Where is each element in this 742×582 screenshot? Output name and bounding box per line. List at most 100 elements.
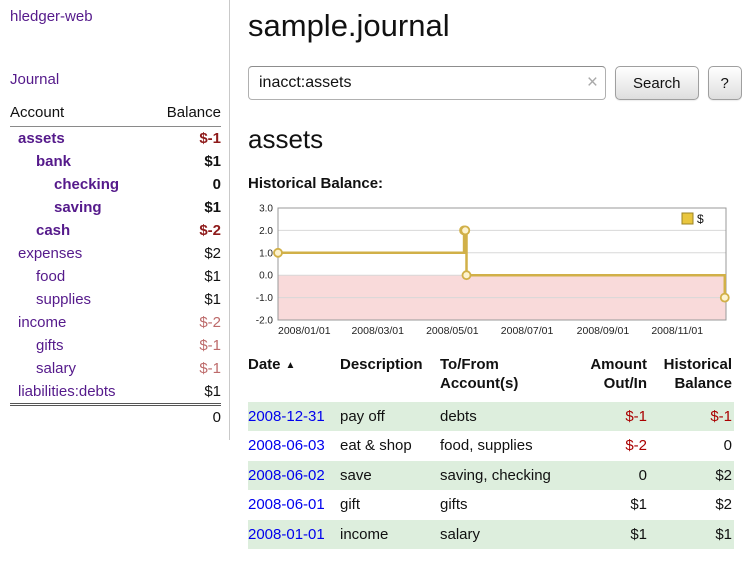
account-balance: $1 <box>151 150 221 173</box>
sidebar: hledger-web Journal Account Balance asse… <box>0 0 230 440</box>
x-axis-label: 2008/09/01 <box>577 325 630 337</box>
register-header-row: Date▲ Description To/From Account(s) Amo… <box>248 354 734 402</box>
account-row: gifts $-1 <box>10 334 221 357</box>
register-accounts-cell: salary <box>440 520 564 550</box>
account-row: income $-2 <box>10 311 221 334</box>
register-header-amount-line1: Amount <box>564 356 647 375</box>
register-date-link[interactable]: 2008-12-31 <box>248 408 325 425</box>
clear-search-icon[interactable]: × <box>587 73 598 92</box>
legend-label: $ <box>697 212 704 226</box>
y-axis-label: 3.0 <box>259 204 273 215</box>
register-header-balance-line2: Balance <box>649 375 732 394</box>
register-header-accounts-line1: To/From <box>440 356 556 375</box>
accounts-total-value: 0 <box>151 405 221 430</box>
account-balance: 0 <box>151 173 221 196</box>
register-row: 2008-06-03 eat & shopfood, supplies$-20 <box>248 431 734 461</box>
legend-swatch <box>682 213 693 224</box>
account-row: saving$1 <box>10 196 221 219</box>
account-link[interactable]: liabilities:debts <box>18 383 116 400</box>
register-date-link[interactable]: 2008-06-01 <box>248 496 325 513</box>
register-balance-cell: $-1 <box>649 402 734 432</box>
x-axis-label: 2008/01/01 <box>278 325 331 337</box>
account-row: bank $1 <box>10 150 221 173</box>
y-axis-label: -1.0 <box>256 293 274 304</box>
accounts-total-spacer <box>10 405 151 430</box>
account-balance: $2 <box>151 242 221 265</box>
journal-link[interactable]: Journal <box>10 71 59 88</box>
register-accounts-cell: food, supplies <box>440 431 564 461</box>
account-link[interactable]: salary <box>36 360 76 377</box>
register-header-accounts-line2: Account(s) <box>440 375 556 394</box>
account-link[interactable]: bank <box>36 153 71 170</box>
register-row: 2008-06-02savesaving, checking0$2 <box>248 461 734 491</box>
search-box: × <box>248 66 606 100</box>
account-link[interactable]: gifts <box>36 337 64 354</box>
register-balance-cell: $2 <box>649 461 734 491</box>
account-row: salary$-1 <box>10 357 221 380</box>
account-link[interactable]: checking <box>54 176 119 193</box>
x-axis-label: 2008/05/01 <box>426 325 479 337</box>
account-link[interactable]: cash <box>36 222 70 239</box>
account-balance: $-2 <box>151 311 221 334</box>
y-axis-label: -2.0 <box>256 316 274 327</box>
accounts-header-row: Account Balance <box>10 100 221 127</box>
y-axis-label: 2.0 <box>259 226 273 237</box>
accounts-table: Account Balance assets $-1 bank $1 checking 0… <box>10 100 221 429</box>
account-heading: assets <box>248 124 742 155</box>
accounts-total-row: 0 <box>10 405 221 430</box>
register-accounts-cell: saving, checking <box>440 461 564 491</box>
chart-title: Historical Balance: <box>248 175 742 192</box>
search-button[interactable]: Search <box>615 66 699 100</box>
register-row: 2008-06-01 giftgifts$1$2 <box>248 490 734 520</box>
sort-ascending-icon: ▲ <box>286 360 296 371</box>
register-accounts-cell: gifts <box>440 490 564 520</box>
page-title: sample.journal <box>248 8 742 44</box>
register-header-amount-line2: Out/In <box>564 375 647 394</box>
accounts-header-balance: Balance <box>151 100 221 127</box>
register-description-cell: eat & shop <box>340 431 440 461</box>
register-date-link[interactable]: 2008-06-03 <box>248 437 325 454</box>
account-link[interactable]: food <box>36 268 65 285</box>
app-title-link[interactable]: hledger-web <box>10 8 93 25</box>
account-balance: $-1 <box>151 127 221 151</box>
search-bar: × Search ? <box>248 66 742 100</box>
register-header-date[interactable]: Date▲ <box>248 354 340 402</box>
register-balance-cell: 0 <box>649 431 734 461</box>
historical-balance-chart: 3.02.01.00.0-1.0-2.02008/01/012008/03/01… <box>248 200 734 340</box>
account-link[interactable]: assets <box>18 130 65 147</box>
register-date-link[interactable]: 2008-06-02 <box>248 467 325 484</box>
register-amount-cell: $1 <box>564 520 649 550</box>
chart-svg: 3.02.01.00.0-1.0-2.02008/01/012008/03/01… <box>248 200 734 340</box>
x-axis-label: 2008/11/01 <box>651 325 703 337</box>
account-balance: $-1 <box>151 334 221 357</box>
register-date-link[interactable]: 2008-01-01 <box>248 526 325 543</box>
account-link[interactable]: income <box>18 314 66 331</box>
register-balance-cell: $2 <box>649 490 734 520</box>
register-header-balance: Historical Balance <box>649 354 734 402</box>
register-balance-cell: $1 <box>649 520 734 550</box>
y-axis-label: 0.0 <box>259 271 273 282</box>
account-row: food $1 <box>10 265 221 288</box>
register-amount-cell: $-2 <box>564 431 649 461</box>
account-balance: $-2 <box>151 219 221 242</box>
chart-marker <box>463 271 471 279</box>
account-link[interactable]: expenses <box>18 245 82 262</box>
register-header-amount: Amount Out/In <box>564 354 649 402</box>
account-balance: $1 <box>151 288 221 311</box>
account-balance: $1 <box>151 265 221 288</box>
account-link[interactable]: saving <box>54 199 102 216</box>
page: hledger-web Journal Account Balance asse… <box>0 0 742 549</box>
register-description-cell: save <box>340 461 440 491</box>
register-amount-cell: $1 <box>564 490 649 520</box>
register-description-cell: gift <box>340 490 440 520</box>
account-link[interactable]: supplies <box>36 291 91 308</box>
chart-marker <box>274 249 282 257</box>
register-header-balance-line1: Historical <box>649 356 732 375</box>
search-input[interactable] <box>248 66 606 100</box>
register-header-description: Description <box>340 354 440 402</box>
account-balance: $1 <box>151 380 221 405</box>
register-description-cell: income <box>340 520 440 550</box>
register-header-description-label: Description <box>340 356 432 375</box>
account-row: cash $-2 <box>10 219 221 242</box>
help-button[interactable]: ? <box>708 66 742 100</box>
